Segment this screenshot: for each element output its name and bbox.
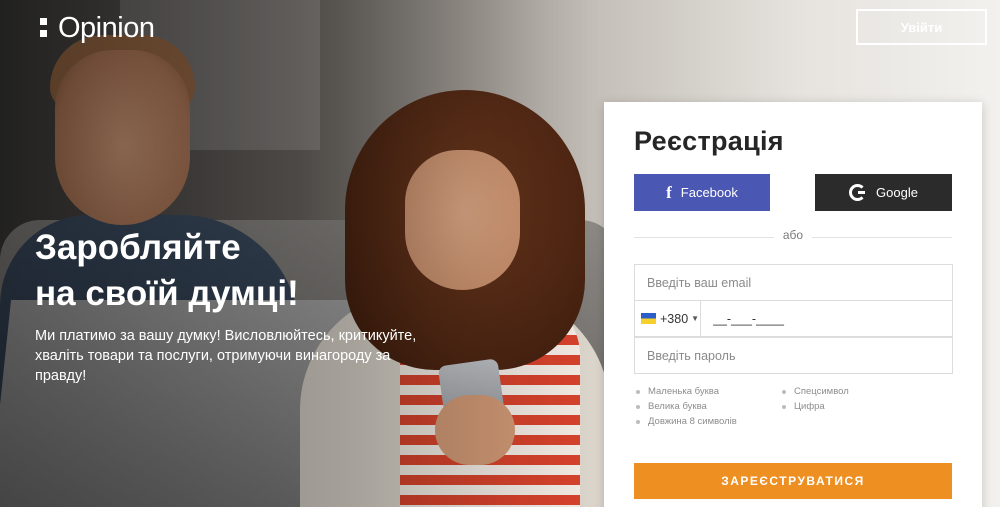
registration-title: Реєстрація: [634, 126, 784, 156]
hero-headline-line2: на своїй думці!: [35, 274, 299, 313]
logo-mark-icon: [40, 17, 48, 41]
logo[interactable]: Opinion: [40, 12, 155, 45]
hero-subtext: Ми платимо за вашу думку! Висловлюйтесь,…: [35, 326, 435, 386]
password-rule: Маленька буква: [635, 384, 737, 399]
password-rule: Спецсимвол: [781, 384, 849, 399]
caret-down-icon: ▼: [691, 314, 700, 323]
email-field-wrapper: [634, 264, 953, 301]
facebook-button[interactable]: f Facebook: [634, 174, 770, 211]
google-icon: [849, 184, 867, 201]
login-button[interactable]: Увійти: [856, 9, 987, 45]
logo-text: Opinion: [58, 12, 155, 44]
password-rule: Довжина 8 символів: [635, 414, 737, 429]
divider-label: або: [782, 228, 804, 242]
ukraine-flag-icon: [641, 313, 656, 324]
password-field[interactable]: [635, 338, 952, 373]
hero-headline: Заробляйте на своїй думці!: [35, 225, 455, 317]
country-code-select[interactable]: +380 ▼: [635, 301, 701, 336]
password-rule: Цифра: [781, 399, 849, 414]
phone-field[interactable]: [701, 301, 952, 336]
password-rules-right: Спецсимвол Цифра: [781, 384, 849, 414]
password-rules-left: Маленька буква Велика буква Довжина 8 си…: [635, 384, 737, 429]
phone-field-wrapper: +380 ▼: [634, 300, 953, 337]
google-label: Google: [876, 185, 918, 200]
registration-card: Реєстрація f Facebook Google або +380 ▼ …: [604, 102, 982, 507]
email-field[interactable]: [635, 265, 952, 300]
phone-input-wrapper: [701, 301, 952, 336]
password-field-wrapper: [634, 337, 953, 374]
country-code: +380: [660, 311, 689, 326]
hero-subtext-line1: Ми платимо за вашу думку! Висловлюйтесь,…: [35, 328, 417, 344]
google-button[interactable]: Google: [815, 174, 952, 211]
facebook-icon: f: [666, 182, 672, 202]
hero-subtext-line2: хваліть товари та послуги, отримуючи вин…: [35, 348, 391, 384]
hero-headline-line1: Заробляйте: [35, 228, 241, 267]
register-button[interactable]: ЗАРЕЄСТРУВАТИСЯ: [634, 463, 952, 499]
password-rule: Велика буква: [635, 399, 737, 414]
facebook-label: Facebook: [680, 185, 738, 200]
